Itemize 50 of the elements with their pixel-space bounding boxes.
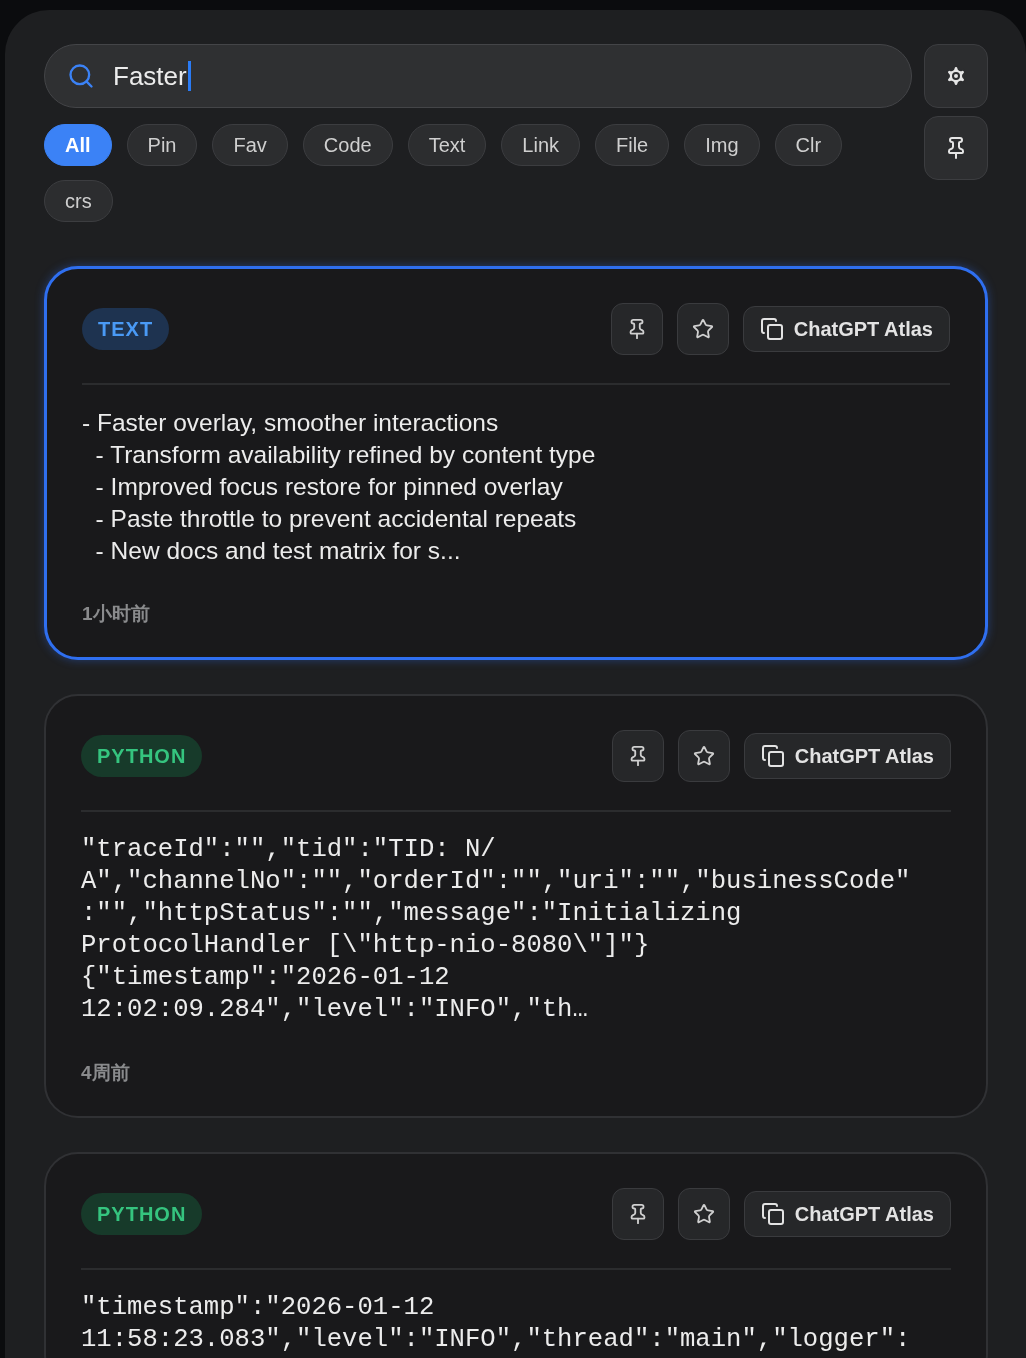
filter-chip[interactable]: Fav	[212, 124, 288, 166]
text-line: - Improved focus restore for pinned overlay	[94, 472, 564, 502]
source-app-button[interactable]: ChatGPT Atlas	[742, 306, 950, 352]
code-line: A","channelNo":"","orderId":"","uri":"","businessCode"	[81, 866, 912, 898]
code-line: ProtocolHandler [\"http-nio-8080\"]"}	[81, 930, 651, 962]
pin-button[interactable]	[611, 1188, 664, 1240]
filter-chip[interactable]: Pin	[126, 124, 198, 166]
clip-card[interactable]: PYTHON ChatGPT Atlas "timestamp":"2026-01-12 11:58:23.083","level":"INFO","thread":"main","logger":	[44, 1152, 988, 1358]
copy-icon	[760, 1202, 785, 1226]
text-line: - Faster overlay, smoother interactions	[82, 408, 500, 438]
star-icon	[692, 745, 715, 767]
pin-button[interactable]	[924, 116, 988, 180]
type-tag: TEXT	[82, 308, 170, 350]
favorite-button[interactable]	[677, 730, 730, 782]
settings-button[interactable]	[924, 44, 988, 108]
type-tag: PYTHON	[81, 1193, 203, 1235]
star-icon	[691, 318, 714, 340]
search-icon	[67, 62, 95, 90]
copy-icon	[760, 744, 785, 768]
clip-card[interactable]	[44, 694, 988, 1118]
code-line: 12:02:09.284","level":"INFO","th…	[81, 994, 589, 1026]
filter-chip[interactable]: All	[44, 124, 112, 166]
pin-button[interactable]	[611, 730, 664, 782]
code-line: "timestamp":"2026-01-12	[81, 1292, 436, 1324]
star-icon	[692, 1203, 715, 1225]
filter-chip[interactable]: Link	[501, 124, 580, 166]
clip-card[interactable]	[44, 266, 988, 660]
type-tag: PYTHON	[81, 735, 203, 777]
source-app-button[interactable]: ChatGPT Atlas	[743, 1191, 951, 1237]
source-app-button[interactable]: ChatGPT Atlas	[743, 733, 951, 779]
timestamp: 1小时前	[82, 602, 151, 626]
filter-chip[interactable]: crs	[44, 180, 113, 222]
filter-chip[interactable]: Clr	[774, 124, 843, 166]
text-line: - New docs and test matrix for s...	[94, 536, 462, 566]
filter-chip[interactable]: Code	[302, 124, 393, 166]
code-line: "traceId":"","tid":"TID: N/	[81, 834, 497, 866]
code-line: {"timestamp":"2026-01-12	[81, 962, 451, 994]
filter-chip[interactable]: Img	[684, 124, 760, 166]
favorite-button[interactable]	[676, 303, 729, 355]
filter-chip[interactable]: File	[595, 124, 670, 166]
code-line: :"","httpStatus":"","message":"Initializing	[81, 898, 743, 930]
search-field[interactable]: Faster	[44, 44, 912, 108]
code-line: 11:58:23.083","level":"INFO","thread":"main","logger":	[81, 1324, 912, 1356]
favorite-button[interactable]	[677, 1188, 730, 1240]
timestamp: 4周前	[81, 1061, 131, 1085]
text-line: - Transform availability refined by content type	[94, 440, 597, 470]
text-line: - Paste throttle to prevent accidental repeats	[94, 504, 578, 534]
pin-button[interactable]	[610, 303, 663, 355]
copy-icon	[759, 317, 784, 341]
filter-chip[interactable]: Text	[407, 124, 487, 166]
